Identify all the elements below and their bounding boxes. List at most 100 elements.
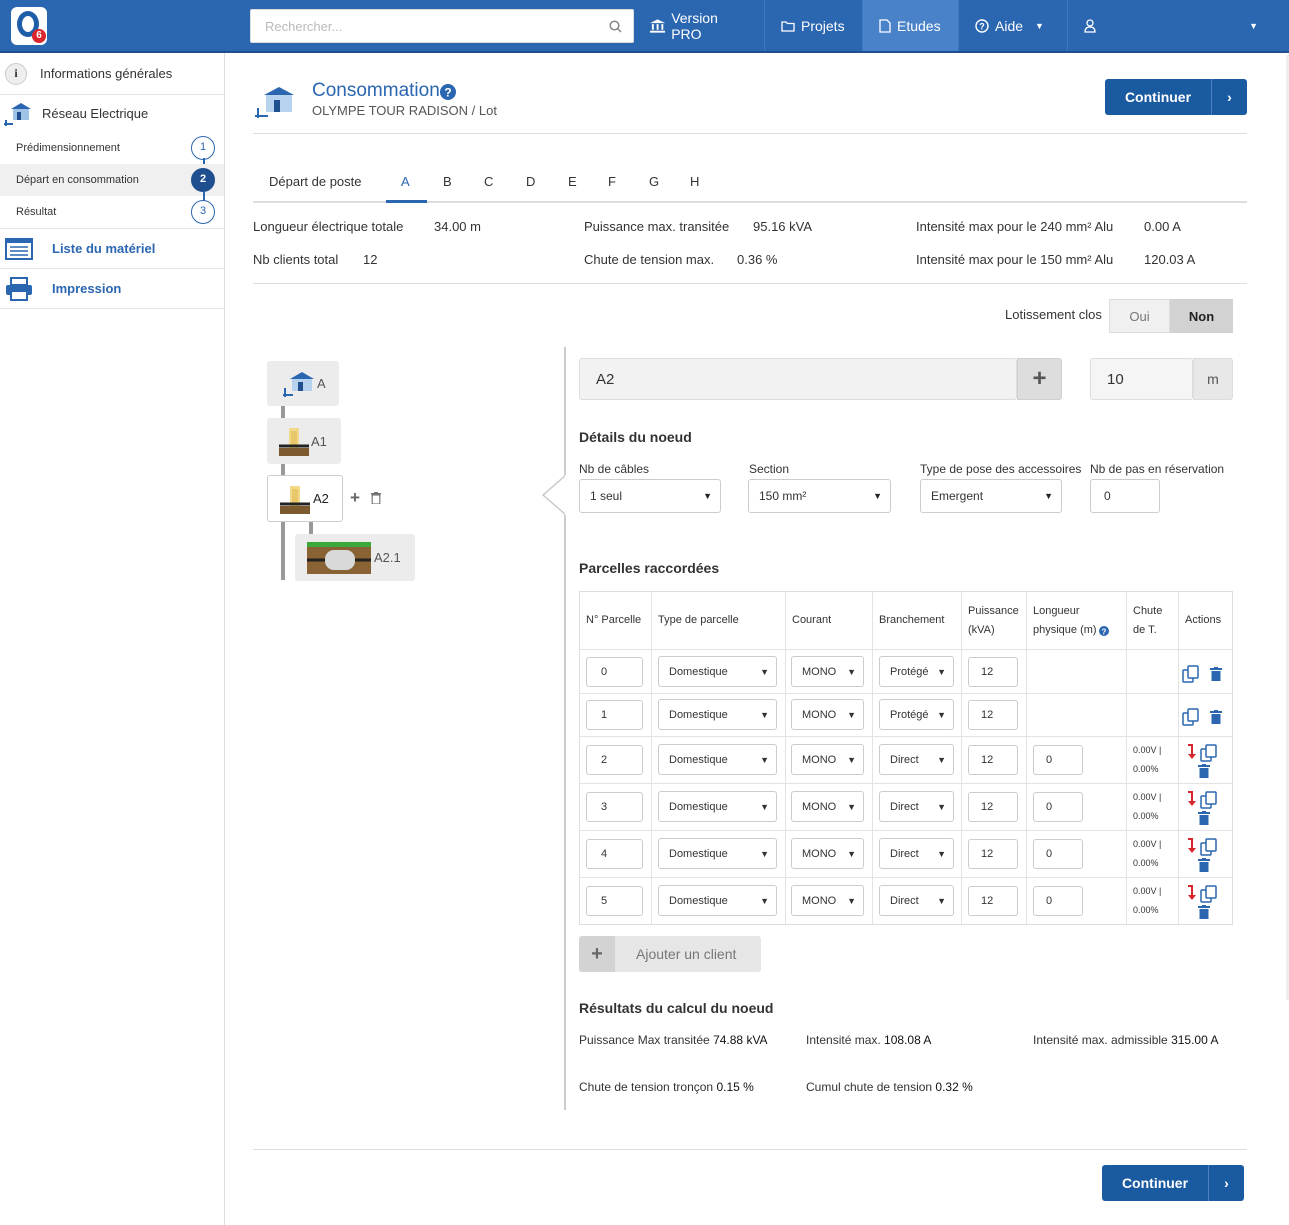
lotissement-non-button[interactable]: Non	[1170, 299, 1233, 333]
tab-h[interactable]: H	[690, 174, 699, 189]
trash-icon[interactable]	[1198, 905, 1210, 919]
app-logo[interactable]: 6	[11, 7, 47, 45]
parcelle-branchement-select[interactable]: Direct ▼	[879, 791, 954, 822]
parcelle-branchement-select[interactable]: Protégé ▼	[879, 699, 954, 730]
caret-down-icon: ▼	[937, 709, 946, 720]
parcelle-num-input[interactable]: 2	[586, 745, 643, 775]
step-predimensionnement[interactable]: Prédimensionnement 1	[0, 132, 224, 164]
parcelle-puissance-input[interactable]: 12	[968, 886, 1018, 916]
tree-node-a1[interactable]: A1	[267, 418, 341, 464]
arrow-down-red-icon[interactable]	[1185, 791, 1197, 807]
parcelle-courant-select[interactable]: MONO ▼	[791, 744, 864, 775]
copy-icon[interactable]	[1200, 838, 1218, 856]
section-select[interactable]: 150 mm² ▼	[748, 479, 891, 513]
nav-etudes[interactable]: Etudes	[863, 0, 959, 51]
node-length-field[interactable]: 10	[1090, 358, 1193, 400]
tree-node-a[interactable]: A	[267, 361, 339, 406]
tab-g[interactable]: G	[649, 174, 659, 189]
add-client-button[interactable]: + Ajouter un client	[579, 936, 761, 972]
copy-icon[interactable]	[1182, 708, 1200, 726]
parcelle-num-input[interactable]: 0	[586, 657, 643, 687]
sidebar-item-impression[interactable]: Impression	[0, 269, 224, 309]
cables-select[interactable]: 1 seul ▼	[579, 479, 721, 513]
tab-b[interactable]: B	[443, 174, 452, 189]
trash-icon[interactable]	[1210, 667, 1222, 681]
parcelle-courant-select[interactable]: MONO ▼	[791, 838, 864, 869]
search-input[interactable]	[251, 10, 591, 42]
parcelle-courant-select[interactable]: MONO ▼	[791, 699, 864, 730]
arrow-down-red-icon[interactable]	[1185, 885, 1197, 901]
parcelle-puissance-input[interactable]: 12	[968, 700, 1018, 730]
node-name-field[interactable]: A2	[579, 358, 1017, 400]
parcelle-courant-select[interactable]: MONO ▼	[791, 656, 864, 687]
parcelle-type-select[interactable]: Domestique ▼	[658, 656, 777, 687]
add-node-icon[interactable]: +	[350, 488, 360, 508]
parcelle-type-select[interactable]: Domestique ▼	[658, 885, 777, 916]
parcelle-num-input[interactable]: 3	[586, 792, 643, 822]
parcelle-type-select[interactable]: Domestique ▼	[658, 838, 777, 869]
nav-version-pro[interactable]: Version PRO	[634, 0, 765, 51]
trash-icon[interactable]	[1210, 710, 1222, 724]
tab-c[interactable]: C	[484, 174, 493, 189]
tree-node-a21[interactable]: A2.1	[295, 534, 415, 581]
summary-chute-label: Chute de tension max.	[584, 252, 715, 267]
help-circle-icon[interactable]: ?	[440, 84, 456, 100]
pose-select[interactable]: Emergent ▼	[920, 479, 1062, 513]
parcelle-puissance-input[interactable]: 12	[968, 657, 1018, 687]
continue-button-bottom[interactable]: Continuer ›	[1102, 1165, 1244, 1201]
parcelle-puissance-input[interactable]: 12	[968, 792, 1018, 822]
pose-label: Type de pose des accessoires	[920, 462, 1082, 476]
pas-input[interactable]: 0	[1090, 479, 1160, 513]
copy-icon[interactable]	[1200, 744, 1218, 762]
trash-icon[interactable]	[371, 492, 381, 504]
lotissement-oui-button[interactable]: Oui	[1109, 299, 1170, 333]
parcelle-num-input[interactable]: 4	[586, 839, 643, 869]
tab-e[interactable]: E	[568, 174, 577, 189]
tab-depart-de-poste[interactable]: Départ de poste	[269, 174, 362, 189]
nav-projets[interactable]: Projets	[765, 0, 863, 51]
tree-node-a2[interactable]: A2	[267, 475, 343, 522]
search-icon[interactable]	[609, 20, 622, 33]
tab-f[interactable]: F	[608, 174, 616, 189]
summary-clients-value: 12	[363, 252, 378, 267]
parcelle-longueur-input[interactable]: 0	[1033, 792, 1083, 822]
sidebar-item-liste-materiel[interactable]: Liste du matériel	[0, 228, 224, 269]
nav-user-menu[interactable]: ▼	[1068, 0, 1268, 51]
parcelle-courant-select[interactable]: MONO ▼	[791, 885, 864, 916]
parcelle-courant-select[interactable]: MONO ▼	[791, 791, 864, 822]
parcelle-branchement-select[interactable]: Protégé ▼	[879, 656, 954, 687]
step-resultat[interactable]: Résultat 3	[0, 196, 224, 228]
copy-icon[interactable]	[1182, 665, 1200, 683]
parcelle-branchement-select[interactable]: Direct ▼	[879, 885, 954, 916]
copy-icon[interactable]	[1200, 791, 1218, 809]
parcelle-type-select[interactable]: Domestique ▼	[658, 699, 777, 730]
arrow-down-red-icon[interactable]	[1185, 744, 1197, 760]
trash-icon[interactable]	[1198, 858, 1210, 872]
parcelle-puissance-input[interactable]: 12	[968, 745, 1018, 775]
nav-aide[interactable]: ? Aide ▼	[959, 0, 1068, 51]
parcelle-longueur-input[interactable]: 0	[1033, 839, 1083, 869]
arrow-down-red-icon[interactable]	[1185, 838, 1197, 854]
parcelle-type-select[interactable]: Domestique ▼	[658, 791, 777, 822]
continue-button-top[interactable]: Continuer ›	[1105, 79, 1247, 115]
copy-icon[interactable]	[1200, 885, 1218, 903]
parcelle-num-input[interactable]: 1	[586, 700, 643, 730]
parcelle-type-select[interactable]: Domestique ▼	[658, 744, 777, 775]
list-icon	[5, 237, 33, 260]
parcelle-num-input[interactable]: 5	[586, 886, 643, 916]
parcelle-longueur-input[interactable]: 0	[1033, 745, 1083, 775]
step-depart-consommation[interactable]: Départ en consommation 2	[0, 164, 224, 196]
tab-a[interactable]: A	[401, 174, 410, 189]
sidebar-item-reseau-electrique[interactable]: Réseau Electrique	[0, 95, 224, 132]
parcelle-longueur-input[interactable]: 0	[1033, 886, 1083, 916]
cables-label: Nb de câbles	[579, 462, 650, 476]
parcelle-branchement-select[interactable]: Direct ▼	[879, 744, 954, 775]
tab-d[interactable]: D	[526, 174, 535, 189]
parcelle-branchement-select[interactable]: Direct ▼	[879, 838, 954, 869]
add-node-button[interactable]: +	[1017, 358, 1062, 400]
parcelle-puissance-input[interactable]: 12	[968, 839, 1018, 869]
trash-icon[interactable]	[1198, 764, 1210, 778]
trash-icon[interactable]	[1198, 811, 1210, 825]
sidebar-item-informations-generales[interactable]: i Informations générales	[0, 53, 224, 95]
help-circle-icon[interactable]: ?	[1099, 626, 1109, 636]
